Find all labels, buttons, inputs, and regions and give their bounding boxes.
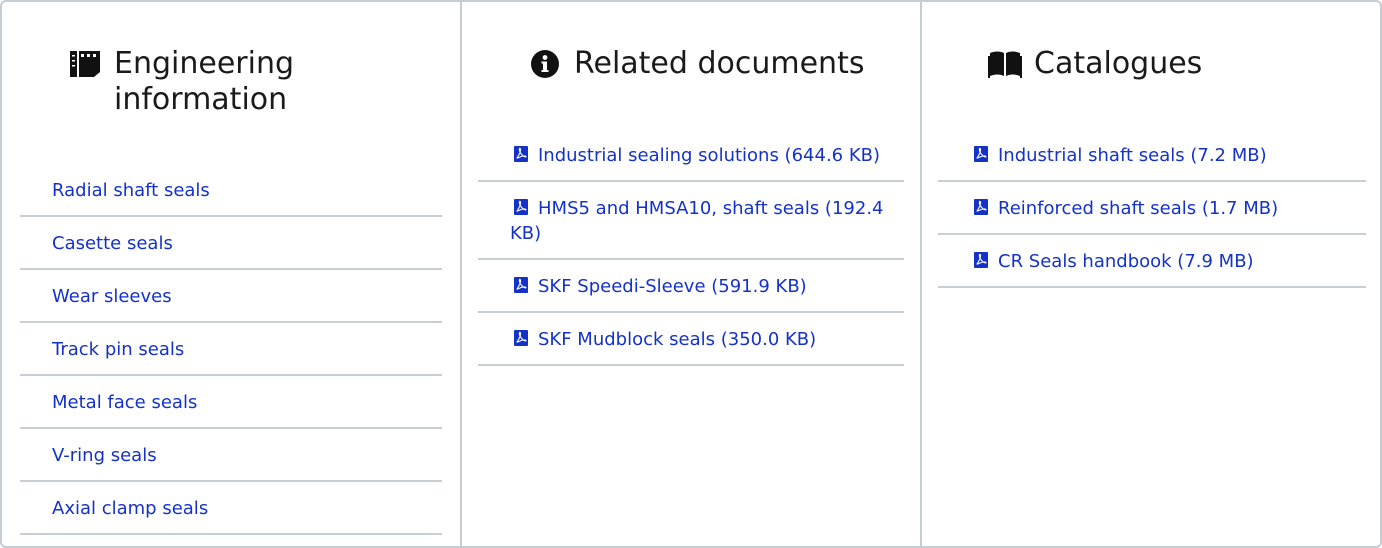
list-item: Metal face seals bbox=[20, 376, 442, 429]
catalogues-column: Catalogues Industrial shaft seals (7.2 M… bbox=[920, 0, 1382, 548]
info-circle-icon bbox=[528, 46, 562, 82]
engineering-info-column: Engineering information Radial shaft sea… bbox=[0, 0, 460, 548]
link-metal-face-seals[interactable]: Metal face seals bbox=[52, 392, 197, 413]
list-item: Wear sleeves bbox=[20, 270, 442, 323]
link-track-pin-seals[interactable]: Track pin seals bbox=[52, 339, 184, 360]
catalogues-list: Industrial shaft seals (7.2 MB) Reinforc… bbox=[938, 129, 1366, 288]
related-documents-title: Related documents bbox=[574, 46, 865, 81]
link-casette-seals[interactable]: Casette seals bbox=[52, 233, 173, 254]
link-text: SKF Speedi-Sleeve (591.9 KB) bbox=[538, 276, 807, 297]
engineering-info-title: Engineering information bbox=[114, 46, 294, 117]
link-industrial-sealing-solutions[interactable]: Industrial sealing solutions (644.6 KB) bbox=[514, 145, 880, 166]
list-item: V-ring seals bbox=[20, 429, 442, 482]
engineering-info-heading: Engineering information bbox=[68, 46, 368, 118]
link-text: Reinforced shaft seals (1.7 MB) bbox=[998, 198, 1279, 219]
link-text: HMS5 and HMSA10, shaft seals (192.4 KB) bbox=[510, 198, 884, 244]
list-item: Track pin seals bbox=[20, 323, 442, 376]
link-text: CR Seals handbook (7.9 MB) bbox=[998, 251, 1254, 272]
link-skf-speedi-sleeve[interactable]: SKF Speedi-Sleeve (591.9 KB) bbox=[514, 276, 807, 297]
related-documents-heading: Related documents bbox=[528, 46, 908, 82]
list-item: CR Seals handbook (7.9 MB) bbox=[938, 235, 1366, 288]
link-v-ring-seals[interactable]: V-ring seals bbox=[52, 445, 157, 466]
pdf-icon bbox=[514, 328, 528, 346]
blueprint-icon bbox=[68, 46, 102, 82]
link-text: SKF Mudblock seals (350.0 KB) bbox=[538, 329, 817, 350]
link-hms5-hmsa10-shaft-seals[interactable]: HMS5 and HMSA10, shaft seals (192.4 KB) bbox=[510, 198, 884, 244]
list-item: Industrial shaft seals (7.2 MB) bbox=[938, 129, 1366, 182]
list-item: SKF Mudblock seals (350.0 KB) bbox=[478, 313, 904, 366]
list-item: Axial clamp seals bbox=[20, 482, 442, 535]
open-book-icon bbox=[988, 46, 1022, 82]
list-item: HMS5 and HMSA10, shaft seals (192.4 KB) bbox=[478, 182, 904, 260]
list-item: Reinforced shaft seals (1.7 MB) bbox=[938, 182, 1366, 235]
related-documents-column: Related documents Industrial sealing sol… bbox=[460, 0, 920, 548]
link-wear-sleeves[interactable]: Wear sleeves bbox=[52, 286, 172, 307]
related-documents-list: Industrial sealing solutions (644.6 KB) … bbox=[478, 129, 904, 366]
catalogues-title: Catalogues bbox=[1034, 46, 1203, 81]
list-item: Radial shaft seals bbox=[20, 164, 442, 217]
list-item: Industrial sealing solutions (644.6 KB) bbox=[478, 129, 904, 182]
link-text: Industrial sealing solutions (644.6 KB) bbox=[538, 145, 881, 166]
link-text: Industrial shaft seals (7.2 MB) bbox=[998, 145, 1267, 166]
list-item: Casette seals bbox=[20, 217, 442, 270]
pdf-icon bbox=[514, 197, 528, 215]
pdf-icon bbox=[974, 250, 988, 268]
pdf-icon bbox=[974, 197, 988, 215]
link-industrial-shaft-seals[interactable]: Industrial shaft seals (7.2 MB) bbox=[974, 145, 1267, 166]
link-skf-mudblock-seals[interactable]: SKF Mudblock seals (350.0 KB) bbox=[514, 329, 816, 350]
pdf-icon bbox=[514, 144, 528, 162]
link-axial-clamp-seals[interactable]: Axial clamp seals bbox=[52, 498, 208, 519]
catalogues-heading: Catalogues bbox=[988, 46, 1368, 82]
pdf-icon bbox=[974, 144, 988, 162]
engineering-link-list: Radial shaft seals Casette seals Wear sl… bbox=[20, 164, 442, 535]
link-reinforced-shaft-seals[interactable]: Reinforced shaft seals (1.7 MB) bbox=[974, 198, 1278, 219]
link-radial-shaft-seals[interactable]: Radial shaft seals bbox=[52, 180, 210, 201]
link-cr-seals-handbook[interactable]: CR Seals handbook (7.9 MB) bbox=[974, 251, 1254, 272]
list-item: SKF Speedi-Sleeve (591.9 KB) bbox=[478, 260, 904, 313]
pdf-icon bbox=[514, 275, 528, 293]
